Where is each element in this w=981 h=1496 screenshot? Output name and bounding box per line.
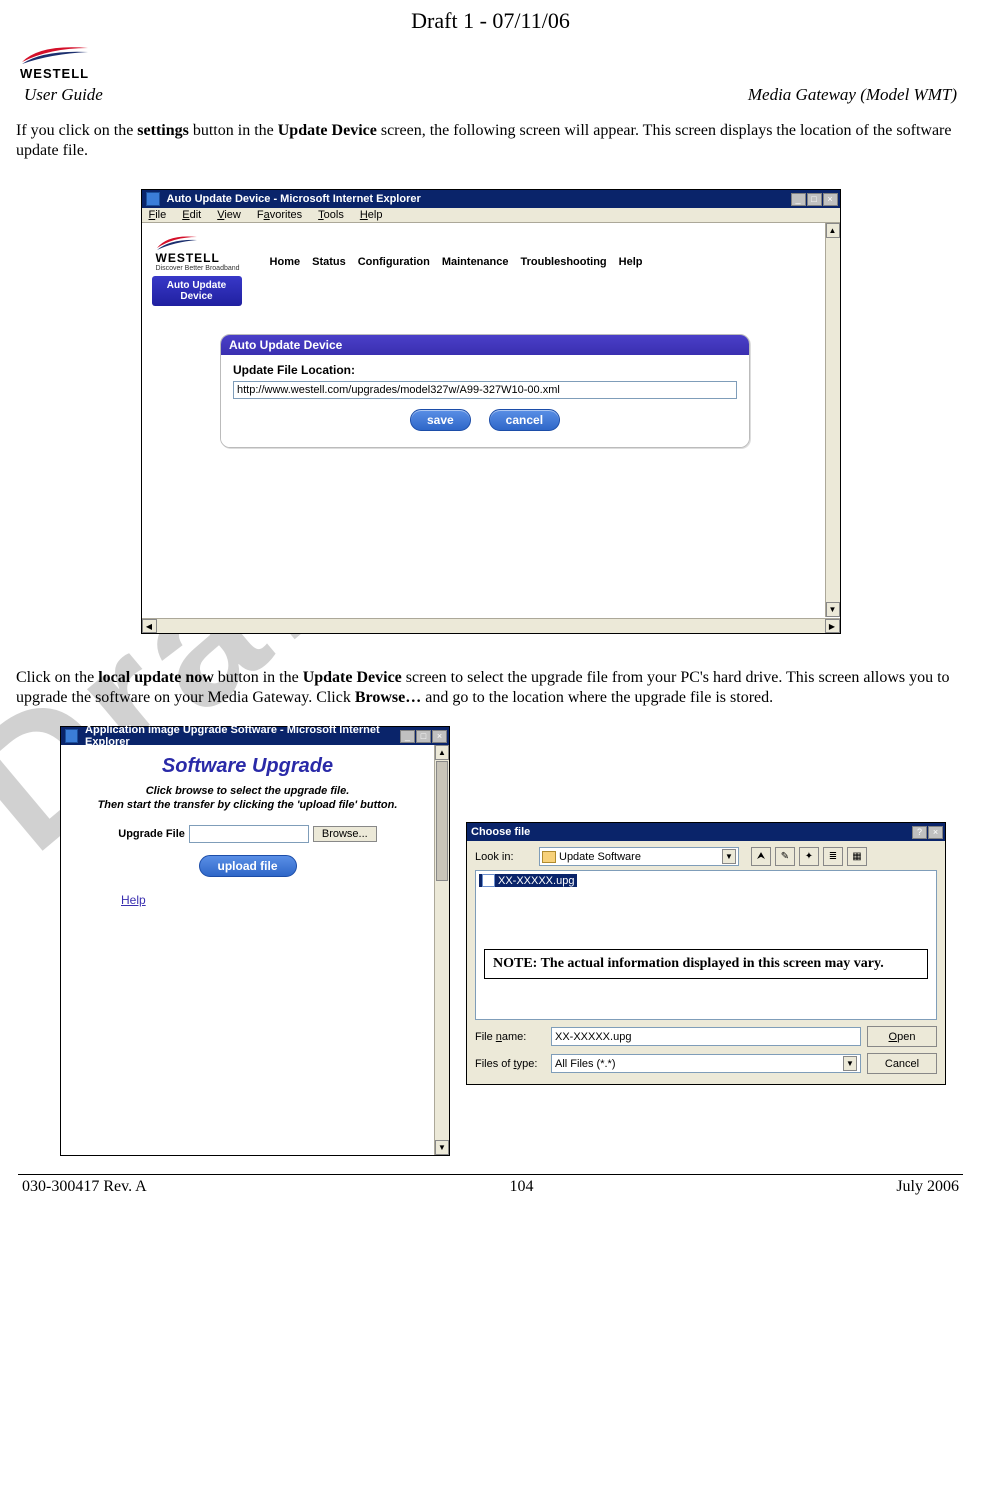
- up-folder-icon[interactable]: ⮝: [751, 847, 771, 866]
- vertical-scrollbar[interactable]: ▲ ▼: [825, 223, 840, 617]
- window-title: Auto Update Device - Microsoft Internet …: [167, 193, 421, 205]
- draft-header: Draft 1 - 07/11/06: [0, 0, 981, 34]
- menu-file[interactable]: FFileile: [146, 209, 170, 221]
- menu-view[interactable]: View: [214, 209, 244, 221]
- horizontal-scrollbar[interactable]: ◀ ▶: [142, 618, 840, 633]
- user-guide-label: User Guide: [24, 85, 103, 105]
- software-upgrade-heading: Software Upgrade: [73, 755, 422, 778]
- menu-favorites[interactable]: Favorites: [254, 209, 305, 221]
- look-in-combo[interactable]: Update Software ▼: [539, 847, 739, 866]
- file-item-name: XX-XXXXX.upg: [498, 875, 574, 887]
- upload-file-button[interactable]: upload file: [199, 855, 297, 877]
- scroll-left-icon[interactable]: ◀: [142, 619, 157, 633]
- window-titlebar: Auto Update Device - Microsoft Internet …: [142, 190, 840, 208]
- vertical-scrollbar[interactable]: ▲ ▼: [434, 745, 449, 1155]
- auto-update-card: Auto Update Device Update File Location:…: [220, 334, 750, 448]
- paragraph-2: Click on the local update now button in …: [0, 640, 981, 718]
- update-file-label: Update File Location:: [233, 363, 737, 377]
- page-tagline: Discover Better Broadband: [156, 265, 240, 272]
- list-view-icon[interactable]: ≣: [823, 847, 843, 866]
- upgrade-subtext: Click browse to select the upgrade file.…: [73, 784, 422, 813]
- files-of-type-label: Files of type:: [475, 1058, 545, 1070]
- tab-auto-update[interactable]: Auto Update Device: [152, 276, 242, 306]
- minimize-button[interactable]: _: [791, 193, 806, 206]
- window-titlebar: Application image Upgrade Software - Mic…: [61, 727, 449, 745]
- dropdown-icon[interactable]: ▼: [722, 849, 736, 864]
- cancel-button[interactable]: cancel: [489, 409, 560, 431]
- minimize-button[interactable]: _: [400, 730, 415, 743]
- model-label: Media Gateway (Model WMT): [748, 85, 957, 105]
- scroll-up-icon[interactable]: ▲: [435, 745, 449, 760]
- menu-edit[interactable]: Edit: [179, 209, 204, 221]
- scroll-down-icon[interactable]: ▼: [435, 1140, 449, 1155]
- westell-logo: WESTELL: [20, 42, 90, 81]
- brand-logo-row: WESTELL: [0, 34, 981, 81]
- menu-tools[interactable]: Tools: [315, 209, 347, 221]
- page-brand: WESTELL: [156, 251, 220, 265]
- nav-status[interactable]: Status: [312, 256, 346, 268]
- scroll-right-icon[interactable]: ▶: [825, 619, 840, 633]
- dropdown-icon[interactable]: ▼: [843, 1056, 857, 1071]
- swoosh-icon: [20, 42, 90, 66]
- help-link[interactable]: Help: [121, 893, 422, 907]
- close-button[interactable]: ×: [432, 730, 447, 743]
- update-file-input[interactable]: [233, 381, 737, 399]
- folder-icon: [542, 851, 556, 863]
- ie-menubar: FFileile Edit View Favorites Tools Help: [142, 208, 840, 223]
- page-footer: 030-300417 Rev. A 104 July 2006: [0, 1175, 981, 1206]
- swoosh-icon: [156, 233, 198, 251]
- close-button[interactable]: ×: [928, 826, 943, 839]
- upgrade-file-label: Upgrade File: [118, 828, 185, 840]
- screenshot-auto-update-window: Auto Update Device - Microsoft Internet …: [141, 189, 841, 634]
- file-list[interactable]: XX-XXXXX.upg NOTE: The actual informatio…: [475, 870, 937, 1020]
- dialog-title: Choose file: [471, 826, 530, 838]
- page-brand-row: WESTELL Discover Better Broadband Home S…: [152, 229, 819, 276]
- save-button[interactable]: save: [410, 409, 471, 431]
- files-of-type-combo[interactable]: All Files (*.*) ▼: [551, 1054, 861, 1073]
- dialog-titlebar: Choose file ? ×: [467, 823, 945, 841]
- nav-home[interactable]: Home: [270, 256, 301, 268]
- ie-icon: [65, 729, 78, 743]
- file-name-label: File name:: [475, 1031, 545, 1043]
- nav-troubleshooting[interactable]: Troubleshooting: [520, 256, 606, 268]
- nav-maintenance[interactable]: Maintenance: [442, 256, 509, 268]
- upgrade-file-input[interactable]: [189, 825, 309, 843]
- file-icon: [482, 874, 495, 887]
- nav-configuration[interactable]: Configuration: [358, 256, 430, 268]
- desktop-icon[interactable]: ✎: [775, 847, 795, 866]
- cancel-button[interactable]: Cancel: [867, 1053, 937, 1074]
- screenshot-choose-file-dialog: Choose file ? × Look in: Update Software…: [466, 822, 946, 1085]
- help-button[interactable]: ?: [912, 826, 927, 839]
- brand-name: WESTELL: [20, 66, 89, 81]
- screenshot-software-upgrade-window: Application image Upgrade Software - Mic…: [60, 726, 450, 1156]
- scroll-up-icon[interactable]: ▲: [826, 223, 840, 238]
- maximize-button[interactable]: □: [416, 730, 431, 743]
- note-overlay: NOTE: The actual information displayed i…: [484, 949, 928, 979]
- browse-button[interactable]: Browse...: [313, 826, 377, 842]
- scroll-down-icon[interactable]: ▼: [826, 602, 840, 617]
- paragraph-1: If you click on the settings button in t…: [0, 111, 981, 171]
- file-item-selected[interactable]: XX-XXXXX.upg: [479, 874, 577, 887]
- new-folder-icon[interactable]: ✦: [799, 847, 819, 866]
- nav-help[interactable]: Help: [619, 256, 643, 268]
- footer-left: 030-300417 Rev. A: [22, 1178, 147, 1196]
- menu-help[interactable]: Help: [357, 209, 386, 221]
- look-in-value: Update Software: [559, 851, 641, 863]
- main-nav: Home Status Configuration Maintenance Tr…: [270, 256, 643, 272]
- maximize-button[interactable]: □: [807, 193, 822, 206]
- card-title: Auto Update Device: [221, 335, 749, 355]
- look-in-label: Look in:: [475, 851, 533, 863]
- footer-center: 104: [510, 1178, 534, 1196]
- file-name-input[interactable]: XX-XXXXX.upg: [551, 1027, 861, 1046]
- open-button[interactable]: Open: [867, 1026, 937, 1047]
- ie-icon: [146, 192, 160, 206]
- close-button[interactable]: ×: [823, 193, 838, 206]
- scroll-thumb[interactable]: [436, 761, 448, 881]
- doc-header-row: User Guide Media Gateway (Model WMT): [0, 81, 981, 111]
- details-view-icon[interactable]: ▦: [847, 847, 867, 866]
- footer-right: July 2006: [896, 1178, 959, 1196]
